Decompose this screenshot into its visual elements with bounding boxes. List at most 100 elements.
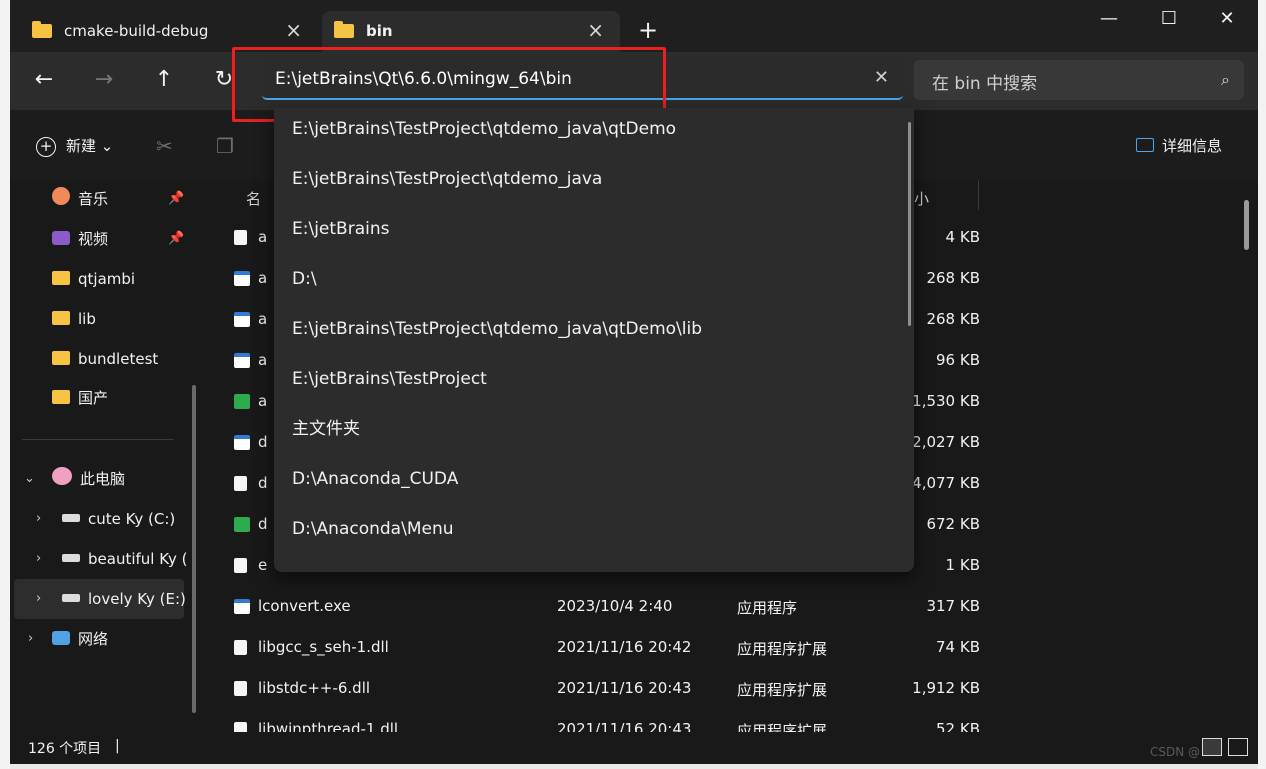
suggestion-item[interactable]: D:\ xyxy=(292,254,317,304)
sidebar-item-label: 视频 xyxy=(78,230,109,248)
sidebar-divider xyxy=(22,439,174,440)
network-icon xyxy=(52,631,70,645)
file-name: d xyxy=(258,474,268,492)
search-input[interactable]: 在 bin 中搜索 xyxy=(932,69,1037,94)
file-icon xyxy=(234,558,247,573)
file-size: 96 KB xyxy=(936,351,980,369)
sidebar-item-drive-e[interactable]: lovely Ky (E:) xyxy=(62,582,186,616)
sidebar-item-drive-d[interactable]: beautiful Ky ( xyxy=(62,542,187,576)
file-name: a xyxy=(258,392,268,410)
file-icon xyxy=(234,394,250,409)
column-header-size[interactable]: 小 xyxy=(914,188,929,209)
forward-button[interactable]: → xyxy=(84,65,124,97)
table-row[interactable]: lconvert.exe 2023/10/4 2:40 应用程序 317 KB xyxy=(208,587,1238,627)
status-separator: | xyxy=(115,738,120,754)
file-size: 2,027 KB xyxy=(912,433,980,451)
suggestion-item[interactable]: D:\Anaconda\Menu xyxy=(292,504,454,554)
copy-icon[interactable]: ❐ xyxy=(216,134,234,158)
tab-close-icon[interactable]: × xyxy=(285,18,302,42)
sidebar-item-label: lib xyxy=(78,310,96,328)
collapsed-chevron-icon[interactable]: › xyxy=(36,502,41,536)
suggestion-item[interactable]: 主文件夹 xyxy=(292,404,360,454)
minimize-button[interactable]: — xyxy=(1086,8,1132,29)
file-size: 672 KB xyxy=(926,515,980,533)
file-name: d xyxy=(258,515,268,533)
sidebar-item-label: beautiful Ky ( xyxy=(88,550,188,568)
plus-icon: + xyxy=(36,137,56,157)
column-header-name[interactable]: 名 xyxy=(246,188,261,209)
new-tab-button[interactable]: + xyxy=(638,16,658,44)
table-row[interactable]: libgcc_s_seh-1.dll 2021/11/16 20:42 应用程序扩展… xyxy=(208,628,1238,668)
tiles-view-icon[interactable] xyxy=(1228,738,1248,756)
file-list-scrollbar[interactable] xyxy=(1244,200,1249,250)
sidebar-scrollbar[interactable] xyxy=(192,385,196,713)
file-icon xyxy=(234,517,250,532)
clear-address-icon[interactable]: ✕ xyxy=(874,67,889,88)
sidebar-item-drive-c[interactable]: cute Ky (C:) xyxy=(62,502,175,536)
collapsed-chevron-icon[interactable]: › xyxy=(36,582,41,616)
expanded-chevron-icon[interactable]: ⌄ xyxy=(24,462,35,496)
table-row[interactable]: libstdc++-6.dll 2021/11/16 20:43 应用程序扩展 1,9… xyxy=(208,669,1238,709)
details-view-icon[interactable] xyxy=(1202,738,1222,756)
tab-close-icon[interactable]: × xyxy=(587,18,604,42)
file-size: 4 KB xyxy=(945,228,980,246)
sidebar-item-this-pc[interactable]: 此电脑 xyxy=(52,462,125,496)
drive-icon xyxy=(62,594,80,602)
sidebar-item-guochan[interactable]: 国产 xyxy=(52,381,108,415)
folder-icon xyxy=(334,21,354,38)
sidebar-item-music[interactable]: 音乐 xyxy=(52,182,108,216)
file-icon xyxy=(234,435,250,450)
suggestion-item[interactable]: E:\jetBrains\TestProject\qtdemo_java\qtD… xyxy=(292,108,676,154)
sidebar-item-label: 网络 xyxy=(78,630,109,648)
suggestion-item[interactable]: E:\jetBrains\TestProject\qtdemo_java xyxy=(292,154,602,204)
sidebar-item-label: cute Ky (C:) xyxy=(88,510,176,528)
back-button[interactable]: ← xyxy=(24,65,64,97)
sidebar-item-label: lovely Ky (E:) xyxy=(88,590,186,608)
file-size: 268 KB xyxy=(926,269,980,287)
sidebar-item-video[interactable]: 视频 xyxy=(52,222,108,256)
file-type: 应用程序扩展 xyxy=(737,640,828,658)
file-explorer-window: cmake-build-debug × bin × + — ☐ ✕ ← → ↑ … xyxy=(10,0,1258,764)
sidebar-item-bundletest[interactable]: bundletest xyxy=(52,342,158,376)
file-type: 应用程序 xyxy=(737,599,798,617)
suggestion-item[interactable]: E:\jetBrains\TestProject xyxy=(292,354,487,404)
pin-icon: 📌 xyxy=(168,231,185,246)
search-box[interactable]: 在 bin 中搜索 ⌕ xyxy=(914,60,1244,100)
drive-icon xyxy=(62,554,80,562)
dropdown-scrollbar[interactable] xyxy=(908,122,911,326)
background-left xyxy=(0,0,10,769)
suggestion-item[interactable]: E:\jetBrains xyxy=(292,204,389,254)
file-icon xyxy=(234,230,247,245)
tab-bin[interactable]: bin × xyxy=(322,11,620,52)
collapsed-chevron-icon[interactable]: › xyxy=(36,542,41,576)
sidebar-item-lib[interactable]: lib xyxy=(52,302,96,336)
sidebar-item-label: bundletest xyxy=(78,350,159,368)
folder-icon xyxy=(52,311,70,325)
collapsed-chevron-icon[interactable]: › xyxy=(28,622,33,656)
file-icon xyxy=(234,640,247,655)
sidebar-item-qtjambi[interactable]: qtjambi xyxy=(52,262,135,296)
up-button[interactable]: ↑ xyxy=(144,65,184,97)
maximize-button[interactable]: ☐ xyxy=(1146,8,1192,29)
file-icon xyxy=(234,681,247,696)
file-size: 317 KB xyxy=(926,597,980,615)
suggestion-item[interactable]: E:\jetBrains\TestProject\qtdemo_java\qtD… xyxy=(292,304,702,354)
navigation-pane: 音乐 📌 视频 📌 qtjambi lib bundletest 国产 ⌄ 此电… xyxy=(10,180,208,732)
close-window-button[interactable]: ✕ xyxy=(1204,8,1250,29)
column-separator[interactable] xyxy=(978,180,979,210)
file-icon xyxy=(234,353,250,368)
file-icon xyxy=(234,476,247,491)
suggestion-item[interactable]: D:\Anaconda_CUDA xyxy=(292,454,458,504)
details-label: 详细信息 xyxy=(1162,137,1223,155)
cut-icon[interactable]: ✂ xyxy=(156,134,173,158)
this-pc-icon xyxy=(52,467,72,485)
details-button[interactable]: 详细信息 xyxy=(1136,135,1222,156)
new-button[interactable]: + 新建 ⌄ xyxy=(36,135,113,157)
file-size: 1 KB xyxy=(945,556,980,574)
music-icon xyxy=(52,187,70,205)
file-date: 2021/11/16 20:42 xyxy=(557,638,692,656)
file-name: e xyxy=(258,556,268,574)
sidebar-item-network[interactable]: 网络 xyxy=(52,622,108,656)
tab-cmake-build-debug[interactable]: cmake-build-debug × xyxy=(20,11,318,52)
search-icon: ⌕ xyxy=(1221,70,1230,89)
